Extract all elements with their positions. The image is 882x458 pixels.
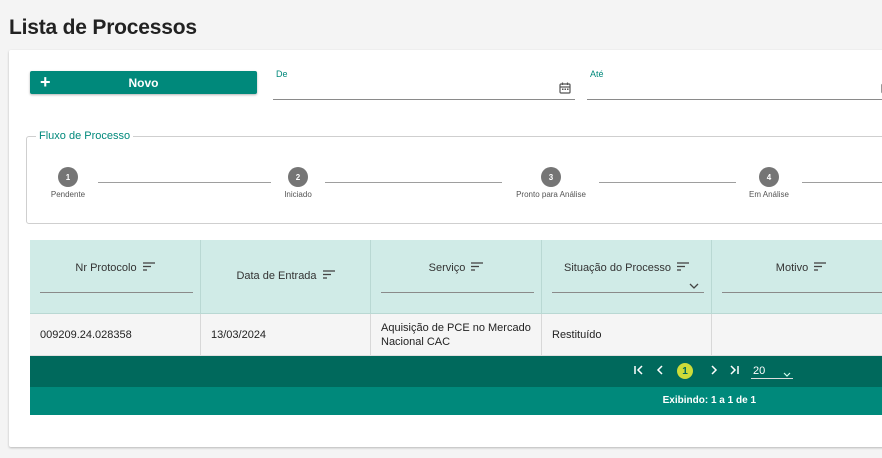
date-to-label: Até	[590, 69, 604, 79]
column-header-nr-protocolo[interactable]: Nr Protocolo	[30, 240, 201, 314]
date-from-label: De	[276, 69, 288, 79]
process-table: Nr Protocolo Data de Entrada Serviço Sit…	[30, 240, 882, 415]
current-page-button[interactable]: 1	[677, 363, 693, 379]
last-page-icon[interactable]	[728, 363, 740, 381]
step-number: 2	[288, 167, 308, 187]
column-label: Nr Protocolo	[75, 262, 137, 274]
step-label: Iniciado	[284, 190, 312, 199]
flow-step-iniciado: 2 Iniciado	[258, 167, 338, 199]
process-flow: Fluxo de Processo 1 Pendente 2 Iniciado …	[26, 130, 882, 224]
new-process-label: Novo	[128, 75, 159, 90]
column-label: Data de Entrada	[236, 270, 317, 282]
sort-icon[interactable]	[322, 270, 335, 282]
flow-connector	[802, 182, 882, 183]
step-label: Pendente	[50, 190, 86, 199]
column-filter-select[interactable]	[552, 292, 704, 293]
column-filter-input[interactable]	[722, 292, 882, 293]
step-number: 1	[58, 167, 78, 187]
flow-step-em-analise: 4 Em Análise	[729, 167, 809, 199]
table-footer: Exibindo: 1 a 1 de 1	[30, 387, 882, 415]
sort-icon[interactable]	[677, 262, 689, 274]
column-header-motivo[interactable]: Motivo	[712, 240, 882, 314]
column-filter-input[interactable]	[381, 292, 534, 293]
flow-connector	[98, 182, 271, 183]
sort-icon[interactable]	[471, 262, 484, 274]
flow-connector	[325, 182, 502, 183]
page-size-value: 20	[753, 365, 766, 377]
prev-page-icon[interactable]	[654, 363, 666, 381]
step-label: Pronto para Análise	[516, 190, 586, 199]
column-header-data-de-entrada[interactable]: Data de Entrada	[201, 240, 371, 314]
table-row[interactable]: 009209.24.028358 13/03/2024 Aquisição de…	[30, 314, 882, 356]
process-flow-legend: Fluxo de Processo	[36, 130, 134, 142]
date-to-field[interactable]: Até	[587, 67, 882, 100]
plus-icon: +	[40, 72, 51, 92]
table-header: Nr Protocolo Data de Entrada Serviço Sit…	[30, 240, 882, 314]
flow-step-pendente: 1 Pendente	[28, 167, 108, 199]
cell-data-de-entrada: 13/03/2024	[201, 314, 371, 355]
column-label: Serviço	[428, 262, 466, 274]
column-header-servico[interactable]: Serviço	[371, 240, 542, 314]
column-label: Situação do Processo	[563, 262, 671, 274]
date-from-input[interactable]	[276, 81, 476, 95]
results-info: Exibindo: 1 a 1 de 1	[662, 395, 756, 406]
new-process-button[interactable]: + Novo	[30, 71, 257, 94]
column-header-situacao-do-processo[interactable]: Situação do Processo	[542, 240, 712, 314]
step-number: 3	[541, 167, 561, 187]
date-to-input[interactable]	[590, 81, 790, 95]
pagination-bar: 1 20	[30, 356, 882, 387]
first-page-icon[interactable]	[633, 363, 645, 381]
process-list-card: + Novo De Até Fluxo de Processo 1 Penden…	[9, 50, 882, 447]
step-number: 4	[759, 167, 779, 187]
sort-icon[interactable]	[142, 262, 155, 274]
calendar-icon[interactable]	[559, 81, 571, 99]
cell-motivo	[712, 314, 882, 355]
cell-situacao: Restituído	[542, 314, 712, 355]
column-filter-input[interactable]	[40, 292, 193, 293]
cell-nr-protocolo: 009209.24.028358	[30, 314, 201, 355]
column-label: Motivo	[775, 262, 809, 274]
sort-icon[interactable]	[814, 262, 827, 274]
date-from-field[interactable]: De	[273, 67, 575, 100]
page-title: Lista de Processos	[9, 16, 197, 39]
cell-servico: Aquisição de PCE no Mercado Nacional CAC	[371, 314, 542, 355]
step-label: Em Análise	[748, 190, 790, 199]
flow-step-pronto-para-analise: 3 Pronto para Análise	[511, 167, 591, 199]
chevron-down-icon	[783, 368, 791, 380]
flow-connector	[599, 182, 736, 183]
next-page-icon[interactable]	[708, 363, 720, 381]
page-size-select[interactable]: 20	[751, 362, 793, 379]
